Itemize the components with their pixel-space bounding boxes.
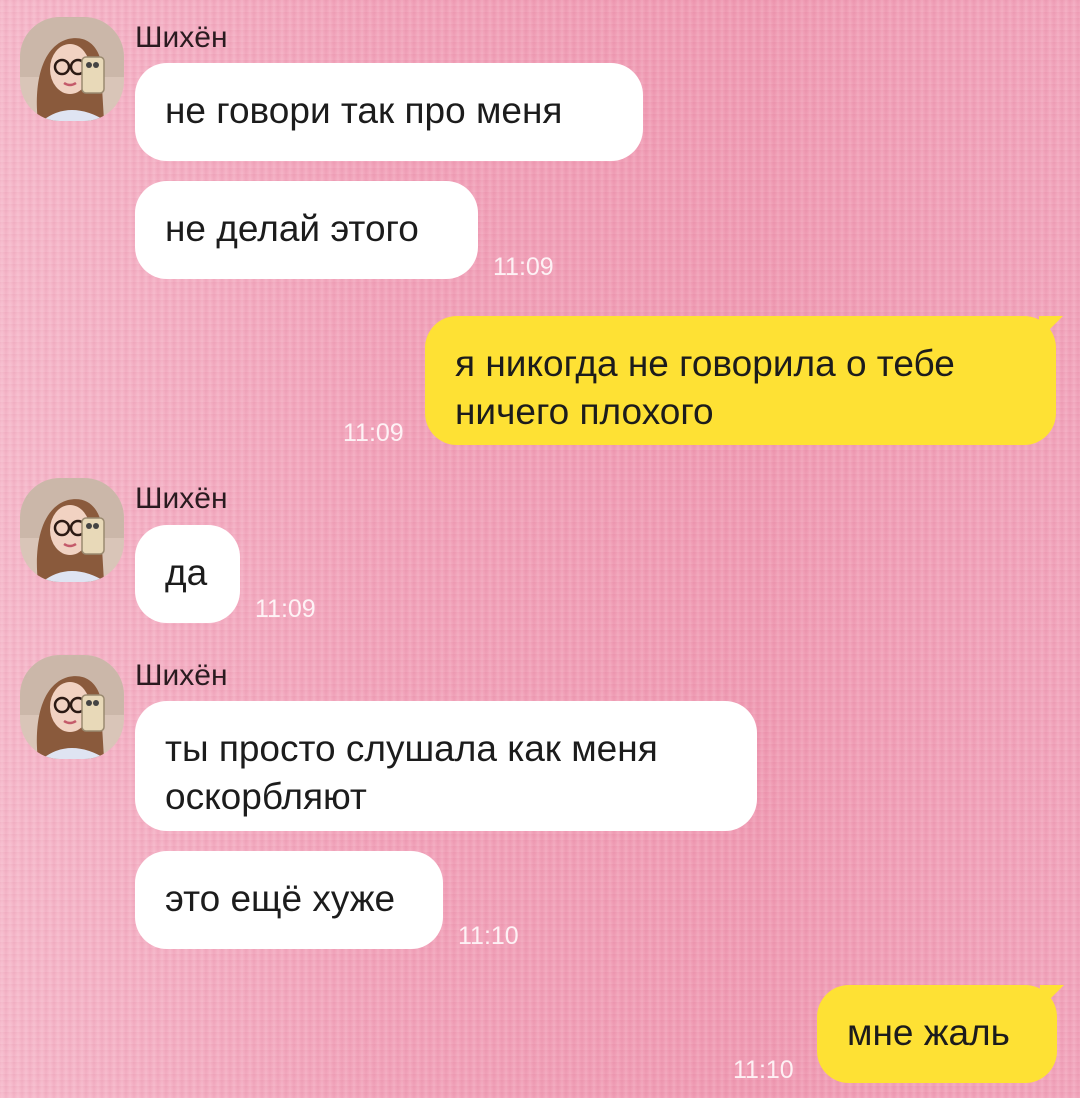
message-text: не делай этого [165, 208, 419, 249]
message-text: да [165, 552, 208, 593]
incoming-message-bubble[interactable]: не говори так про меня [135, 63, 643, 161]
message-text: мне жаль [847, 1012, 1010, 1053]
outgoing-message-bubble[interactable]: мне жаль [817, 985, 1057, 1083]
incoming-message-bubble[interactable]: это ещё хуже [135, 851, 443, 949]
sender-name: Шихён [135, 482, 228, 515]
sender-name: Шихён [135, 21, 228, 54]
incoming-message-bubble[interactable]: ты просто слушала как меня оскорбляют [135, 701, 757, 831]
avatar-photo-icon [20, 655, 124, 759]
chat-message-list[interactable]: Шихён не говори так про меня не делай эт… [0, 0, 1080, 1098]
incoming-message-bubble[interactable]: да [135, 525, 240, 623]
message-timestamp: 11:09 [343, 419, 404, 447]
incoming-message-bubble[interactable]: не делай этого [135, 181, 478, 279]
contact-avatar[interactable] [20, 478, 124, 582]
avatar-photo-icon [20, 478, 124, 582]
message-timestamp: 11:09 [493, 253, 554, 281]
avatar-photo-icon [20, 17, 124, 121]
message-text: я никогда не говорила о тебе [455, 343, 955, 384]
message-text: оскорбляют [165, 776, 367, 817]
contact-avatar[interactable] [20, 655, 124, 759]
message-text: ничего плохого [455, 391, 714, 432]
outgoing-message-bubble[interactable]: я никогда не говорила о тебе ничего плох… [425, 316, 1056, 445]
message-timestamp: 11:10 [733, 1056, 794, 1084]
contact-avatar[interactable] [20, 17, 124, 121]
message-timestamp: 11:10 [458, 922, 519, 950]
message-text: ты просто слушала как меня [165, 728, 658, 769]
message-timestamp: 11:09 [255, 595, 316, 623]
message-text: не говори так про меня [165, 90, 563, 131]
message-text: это ещё хуже [165, 878, 396, 919]
sender-name: Шихён [135, 659, 228, 692]
